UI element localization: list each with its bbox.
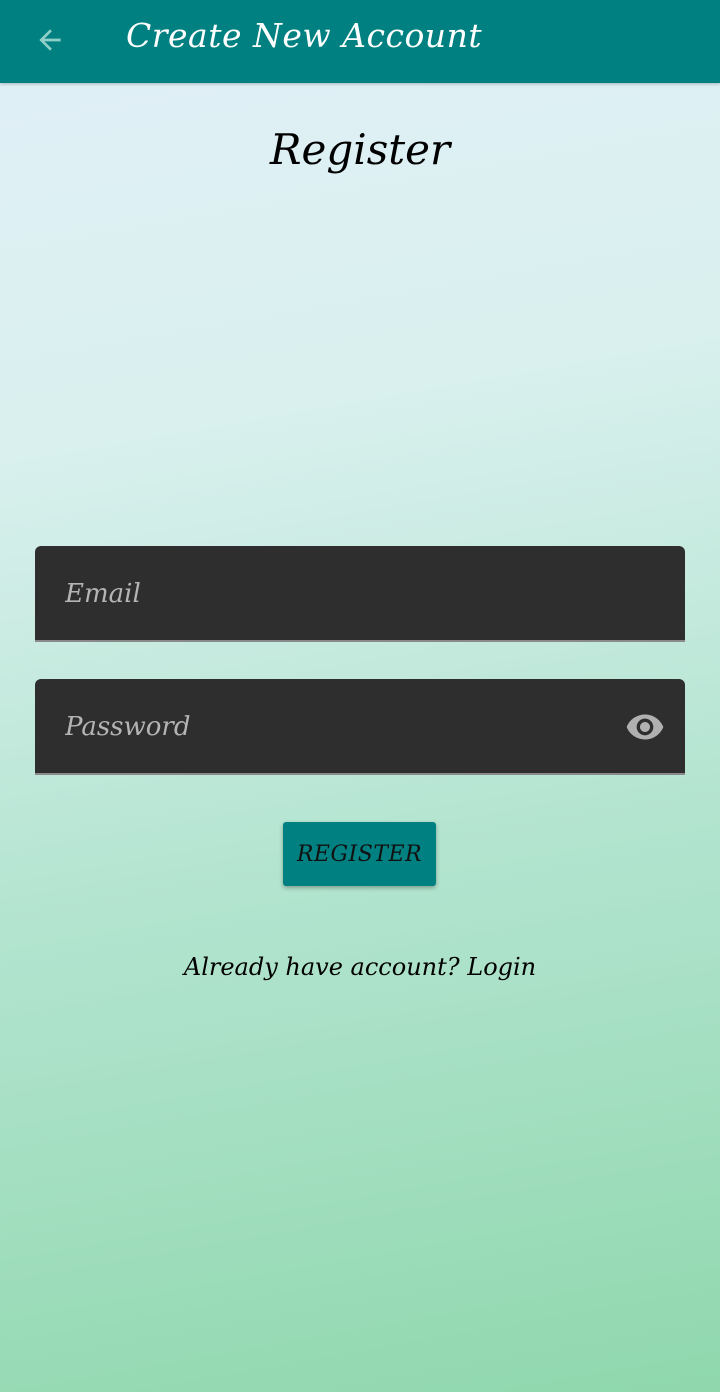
app-title: Create New Account <box>126 16 483 55</box>
back-button[interactable] <box>22 12 78 68</box>
eye-icon <box>626 714 664 740</box>
app-bar: Create New Account <box>0 0 720 83</box>
password-input[interactable] <box>63 701 607 753</box>
email-field-container <box>35 546 685 642</box>
password-field-container <box>35 679 685 775</box>
page-title: Register <box>269 125 451 174</box>
email-input[interactable] <box>63 568 607 620</box>
login-link[interactable]: Already have account? Login <box>0 948 720 986</box>
register-button[interactable]: REGISTER <box>283 822 436 886</box>
password-visibility-toggle[interactable] <box>623 707 667 747</box>
arrow-left-icon <box>39 29 61 51</box>
